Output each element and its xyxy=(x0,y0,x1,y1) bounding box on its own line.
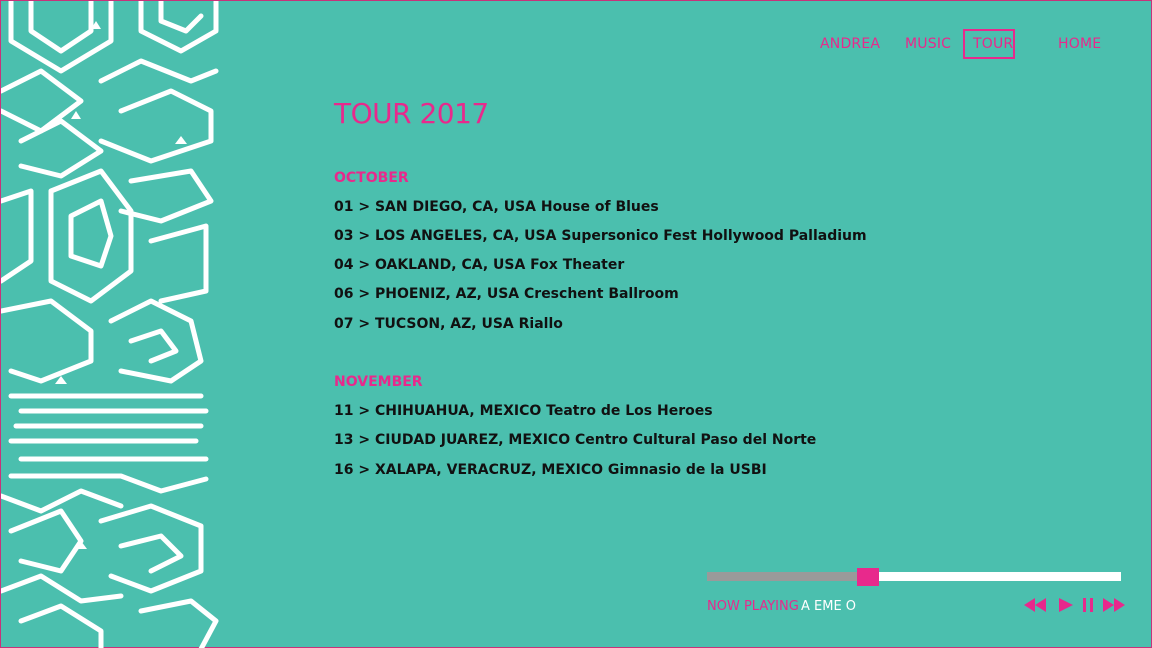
rewind-icon[interactable] xyxy=(1024,598,1046,614)
progress-fill xyxy=(707,572,869,581)
nav-item-music[interactable]: MUSIC xyxy=(905,29,951,59)
now-playing-track: A EME O xyxy=(801,599,857,614)
tour-date-row[interactable]: 06 > PHOENIZ, AZ, USA Creschent Ballroom xyxy=(334,286,679,302)
top-nav: ANDREA MUSIC TOUR HOME xyxy=(1,29,1152,59)
fast-forward-icon[interactable] xyxy=(1103,598,1125,614)
page-title: TOUR 2017 xyxy=(334,97,489,130)
tour-date-row[interactable]: 01 > SAN DIEGO, CA, USA House of Blues xyxy=(334,199,659,215)
nav-item-home[interactable]: HOME xyxy=(1058,29,1101,59)
tour-date-row[interactable]: 07 > TUCSON, AZ, USA Riallo xyxy=(334,316,563,332)
month-heading-november: NOVEMBER xyxy=(334,374,423,390)
tour-date-row[interactable]: 16 > XALAPA, VERACRUZ, MEXICO Gimnasio d… xyxy=(334,462,767,478)
tour-date-row[interactable]: 03 > LOS ANGELES, CA, USA Supersonico Fe… xyxy=(334,228,867,244)
tour-date-row[interactable]: 04 > OAKLAND, CA, USA Fox Theater xyxy=(334,257,624,273)
progress-handle[interactable] xyxy=(857,568,880,586)
month-heading-october: OCTOBER xyxy=(334,170,409,186)
nav-item-andrea[interactable]: ANDREA xyxy=(820,29,880,59)
tour-date-row[interactable]: 13 > CIUDAD JUAREZ, MEXICO Centro Cultur… xyxy=(334,432,816,448)
progress-bar[interactable] xyxy=(707,568,1121,586)
play-icon[interactable] xyxy=(1059,598,1073,614)
tour-date-row[interactable]: 11 > CHIHUAHUA, MEXICO Teatro de Los Her… xyxy=(334,403,713,419)
decorative-pattern xyxy=(1,1,219,648)
now-playing-label: NOW PLAYING xyxy=(707,599,799,614)
pause-icon[interactable] xyxy=(1083,598,1093,614)
music-player: NOW PLAYING A EME O xyxy=(707,567,1125,623)
nav-item-tour[interactable]: TOUR xyxy=(963,29,1015,59)
